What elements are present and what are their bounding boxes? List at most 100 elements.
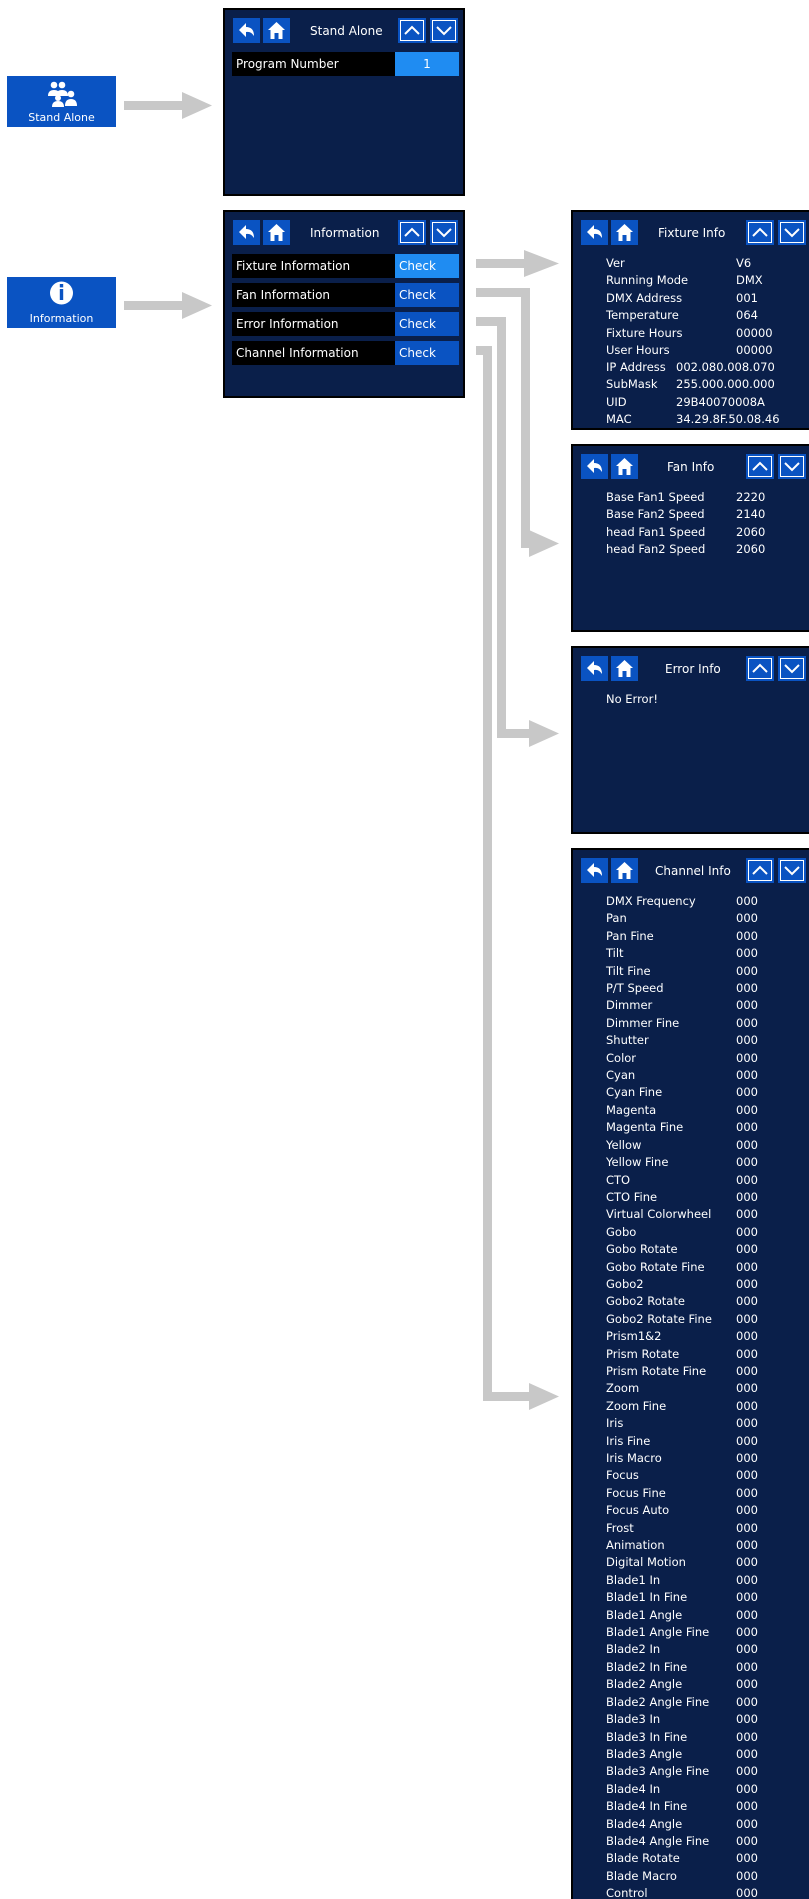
home-button[interactable] bbox=[611, 220, 638, 245]
channel-label: Blade1 Angle Fine bbox=[606, 1625, 710, 1640]
channel-value: 000 bbox=[736, 1694, 758, 1709]
channel-value: 000 bbox=[736, 963, 758, 978]
chevron-up-icon bbox=[404, 227, 420, 237]
chevron-down-icon bbox=[784, 462, 800, 472]
home-icon bbox=[616, 660, 633, 677]
up-button[interactable] bbox=[746, 858, 774, 883]
back-button[interactable] bbox=[233, 18, 260, 43]
channel-label: Blade4 In Fine bbox=[606, 1799, 688, 1814]
channel-value: 000 bbox=[736, 1590, 758, 1605]
channel-value: 000 bbox=[736, 946, 758, 961]
channel-label: Digital Motion bbox=[606, 1555, 686, 1570]
channel-label: Tilt Fine bbox=[606, 963, 651, 978]
fixture-info-value: 002.080.008.070 bbox=[676, 360, 775, 374]
home-button[interactable] bbox=[263, 220, 290, 245]
channel-info-screen: Channel Info DMX Frequency Pan Pan Fine Til… bbox=[571, 848, 809, 1899]
fan-information-check-button[interactable]: Check bbox=[395, 283, 459, 307]
channel-label: Blade3 Angle Fine bbox=[606, 1764, 710, 1779]
channel-value: 000 bbox=[736, 1172, 758, 1187]
home-button[interactable] bbox=[611, 656, 638, 681]
fixture-info-value: 00000 bbox=[736, 343, 773, 358]
back-button[interactable] bbox=[581, 220, 608, 245]
up-button[interactable] bbox=[398, 220, 426, 245]
error-message: No Error! bbox=[606, 692, 658, 706]
up-button[interactable] bbox=[398, 18, 426, 43]
back-arrow-icon bbox=[239, 225, 254, 239]
channel-value: 000 bbox=[736, 1816, 758, 1831]
channel-label: Blade1 In Fine bbox=[606, 1590, 688, 1605]
down-button[interactable] bbox=[778, 858, 806, 883]
channel-value: 000 bbox=[736, 1677, 758, 1692]
channel-value: 000 bbox=[736, 1329, 758, 1344]
channel-value: 000 bbox=[736, 1346, 758, 1361]
back-arrow-icon bbox=[587, 863, 602, 877]
channel-value: 000 bbox=[736, 1729, 758, 1744]
error-information-check-button[interactable]: Check bbox=[395, 312, 459, 336]
back-button[interactable] bbox=[233, 220, 260, 245]
fixture-info-title: Fixture Info bbox=[658, 226, 726, 240]
fixture-info-label: Running Mode bbox=[606, 273, 689, 288]
channel-information-check-button[interactable]: Check bbox=[395, 341, 459, 365]
down-button[interactable] bbox=[778, 656, 806, 681]
fixture-info-value: 29B40070008A bbox=[676, 394, 765, 409]
fixture-values-network: 002.080.008.070 255.000.000.000 29B40070… bbox=[676, 359, 780, 429]
channel-label: Gobo Rotate Fine bbox=[606, 1259, 705, 1274]
home-button[interactable] bbox=[611, 454, 638, 479]
channel-label: P/T Speed bbox=[606, 981, 664, 996]
channel-label: Blade1 Angle bbox=[606, 1607, 683, 1622]
up-button[interactable] bbox=[746, 656, 774, 681]
down-button[interactable] bbox=[778, 454, 806, 479]
back-arrow-icon bbox=[587, 661, 602, 675]
channel-label: Yellow Fine bbox=[606, 1155, 669, 1170]
down-button[interactable] bbox=[430, 18, 458, 43]
channel-label: Gobo2 Rotate bbox=[606, 1294, 685, 1309]
channel-value: 000 bbox=[736, 1224, 758, 1239]
up-button[interactable] bbox=[746, 454, 774, 479]
down-button[interactable] bbox=[778, 220, 806, 245]
fan-info-value: 2140 bbox=[736, 507, 766, 522]
fixture-values: V6 DMX 001 064 00000 00000 bbox=[736, 255, 773, 359]
channel-value: 000 bbox=[736, 1259, 758, 1274]
channel-value: 000 bbox=[736, 1642, 758, 1657]
channel-label: Prism Rotate Fine bbox=[606, 1363, 707, 1378]
program-number-value[interactable]: 1 bbox=[395, 52, 459, 76]
home-icon bbox=[616, 458, 633, 475]
channel-value: 000 bbox=[736, 981, 758, 996]
fixture-info-label: Ver bbox=[606, 256, 625, 270]
channel-label: Focus Fine bbox=[606, 1485, 666, 1500]
channel-value: 000 bbox=[736, 1746, 758, 1761]
information-menu-button[interactable]: Information bbox=[7, 277, 116, 328]
fixture-info-label: Temperature bbox=[606, 308, 679, 323]
back-button[interactable] bbox=[581, 656, 608, 681]
stand-alone-menu-button[interactable]: Stand Alone bbox=[7, 76, 116, 127]
channel-value: 000 bbox=[736, 1799, 758, 1814]
channel-value: 000 bbox=[736, 1015, 758, 1030]
channel-value: 000 bbox=[736, 1764, 758, 1779]
channel-value: 000 bbox=[736, 1120, 758, 1135]
fan-information-label: Fan Information bbox=[232, 283, 395, 307]
channel-label: Magenta Fine bbox=[606, 1120, 684, 1135]
channel-label: Focus Auto bbox=[606, 1503, 670, 1518]
channel-value: 000 bbox=[736, 1381, 758, 1396]
back-button[interactable] bbox=[581, 454, 608, 479]
channel-value: 000 bbox=[736, 1712, 758, 1727]
information-screen: Information Fixture Information Check Fa… bbox=[223, 210, 465, 398]
fixture-info-value: DMX bbox=[736, 273, 763, 288]
fixture-information-check-button[interactable]: Check bbox=[395, 254, 459, 278]
fixture-info-value: 064 bbox=[736, 308, 758, 323]
channel-label: Pan Fine bbox=[606, 928, 654, 943]
chevron-up-icon bbox=[752, 663, 768, 673]
home-button[interactable] bbox=[263, 18, 290, 43]
fixture-info-label: MAC bbox=[606, 412, 632, 427]
channel-information-label: Channel Information bbox=[232, 341, 395, 365]
up-button[interactable] bbox=[746, 220, 774, 245]
error-info-screen: Error Info No Error! bbox=[571, 646, 809, 834]
error-info-title: Error Info bbox=[665, 662, 721, 676]
channel-value: 000 bbox=[736, 1555, 758, 1570]
back-button[interactable] bbox=[581, 858, 608, 883]
fan-info-value: 2060 bbox=[736, 542, 766, 557]
down-button[interactable] bbox=[430, 220, 458, 245]
info-icon bbox=[7, 280, 116, 308]
home-button[interactable] bbox=[611, 858, 638, 883]
channel-label: Yellow bbox=[606, 1137, 642, 1152]
